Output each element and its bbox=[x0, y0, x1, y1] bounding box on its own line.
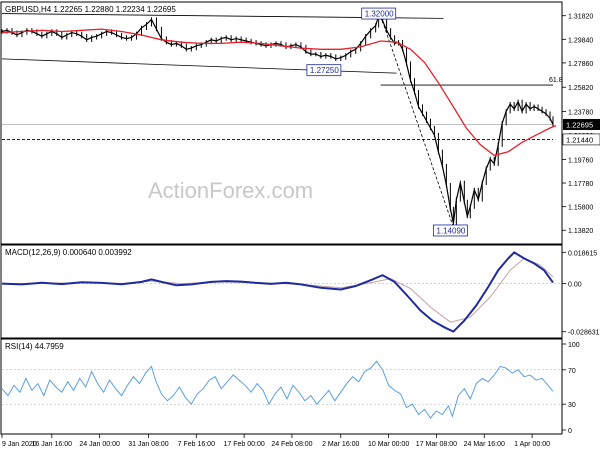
price-axis-label: 1.23780 bbox=[568, 110, 593, 117]
last-price-label: 1.22695 bbox=[566, 120, 593, 129]
x-axis-label: 17 Mar 08:00 bbox=[416, 441, 457, 448]
price-axis-label: 1.13820 bbox=[568, 228, 593, 235]
macd-title: MACD(12,26,9) 0.000640 0.003992 bbox=[5, 248, 132, 257]
x-axis-label: 7 Feb 16:00 bbox=[178, 441, 215, 448]
price-annotation-label: 1.27250 bbox=[310, 66, 339, 75]
price-axis-label: 1.19760 bbox=[568, 157, 593, 164]
x-axis-label: 24 Jan 00:00 bbox=[79, 441, 120, 448]
price-axis-label: 1.25820 bbox=[568, 85, 593, 92]
price-axis-label: 1.31820 bbox=[568, 14, 593, 21]
macd-axis-label: -0.028631 bbox=[568, 330, 600, 337]
x-axis-label: 1 Apr 00:00 bbox=[514, 441, 550, 448]
x-axis-label: 10 Mar 00:00 bbox=[368, 441, 409, 448]
price-annotation-label: 1.14090 bbox=[436, 226, 465, 235]
rsi-title: RSI(14) 44.7959 bbox=[5, 342, 64, 351]
rsi-axis-label: 70 bbox=[568, 368, 576, 375]
x-axis-label: 17 Feb 00:00 bbox=[223, 441, 264, 448]
x-axis-label: 24 Feb 08:00 bbox=[271, 441, 312, 448]
price-axis-label: 1.29840 bbox=[568, 37, 593, 44]
price-chart-header: GBPUSD,H4 1.22265 1.22880 1.22234 1.2269… bbox=[5, 5, 176, 14]
price-axis-label: 1.15800 bbox=[568, 205, 593, 212]
forex-chart: ActionForex.com 1.32000 1.27250 1.14090 61.… bbox=[0, 0, 600, 450]
watermark: ActionForex.com bbox=[148, 178, 313, 203]
level-price-label: 1.21440 bbox=[566, 135, 593, 144]
x-axis-label: 31 Jan 08:00 bbox=[128, 441, 169, 448]
price-annotation-label: 1.32000 bbox=[365, 10, 394, 19]
x-axis-label: 24 Mar 16:00 bbox=[464, 441, 505, 448]
price-axis-label: 1.27860 bbox=[568, 61, 593, 68]
price-axis-label: 1.17780 bbox=[568, 181, 593, 188]
x-axis-label: 2 Mar 16:00 bbox=[322, 441, 359, 448]
x-axis-label: 16 Jan 16:00 bbox=[32, 441, 73, 448]
fib-level-label: 61.8 bbox=[549, 77, 563, 84]
rsi-axis-label: 30 bbox=[568, 402, 576, 409]
rsi-axis-label: 0 bbox=[568, 428, 572, 435]
rsi-axis-label: 100 bbox=[568, 342, 580, 349]
macd-axis-label: 0.018615 bbox=[568, 250, 597, 257]
macd-axis-label: 0.00 bbox=[568, 282, 582, 289]
chart-canvas: ActionForex.com 1.32000 1.27250 1.14090 61.… bbox=[0, 0, 600, 450]
